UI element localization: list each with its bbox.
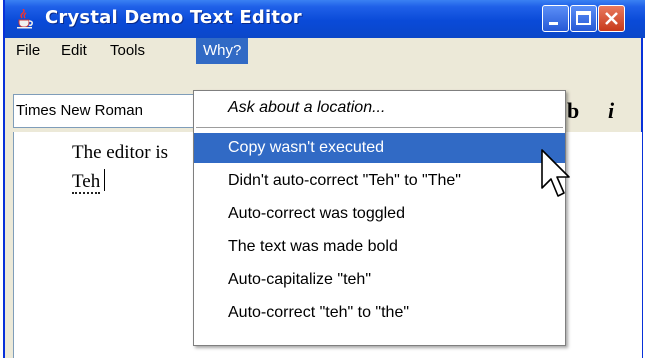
title-bar[interactable]: Crystal Demo Text Editor [5,0,645,38]
why-item-autocorrect-teh[interactable]: Auto-correct "teh" to "the" [194,298,565,328]
menu-tools[interactable]: Tools [103,38,152,64]
text-caret [104,169,106,191]
editor-line-1: The editor is [72,142,169,163]
why-menu-dropdown: Ask about a location... Copy wasn't exec… [193,90,566,346]
italic-button[interactable]: i [608,98,614,124]
menu-bar: File Edit Tools Why? [5,38,641,64]
java-cup-icon [17,9,33,29]
close-icon [605,12,618,25]
menu-separator [196,127,563,128]
ask-about-location-item[interactable]: Ask about a location... [194,93,565,123]
why-item-autocapitalize[interactable]: Auto-capitalize "teh" [194,265,565,295]
menu-why[interactable]: Why? [196,38,249,64]
menu-file[interactable]: File [9,38,47,64]
bold-button[interactable]: b [567,98,579,124]
close-button[interactable] [598,5,625,32]
why-item-text-bold[interactable]: The text was made bold [194,232,565,262]
misspelled-word[interactable]: Teh [72,171,101,194]
font-family-select[interactable]: Times New Roman [13,94,199,128]
maximize-icon [576,11,591,25]
menu-edit[interactable]: Edit [54,38,94,64]
editor-line-2: Teh [72,169,106,194]
maximize-button[interactable] [570,5,597,32]
why-item-copy-not-executed[interactable]: Copy wasn't executed [194,133,565,163]
window-title: Crystal Demo Text Editor [45,7,302,28]
why-item-autocorrect-toggled[interactable]: Auto-correct was toggled [194,199,565,229]
minimize-icon [549,22,558,25]
minimize-button[interactable] [542,5,569,32]
why-item-no-autocorrect[interactable]: Didn't auto-correct "Teh" to "The" [194,166,565,196]
mouse-pointer-icon [541,149,570,197]
